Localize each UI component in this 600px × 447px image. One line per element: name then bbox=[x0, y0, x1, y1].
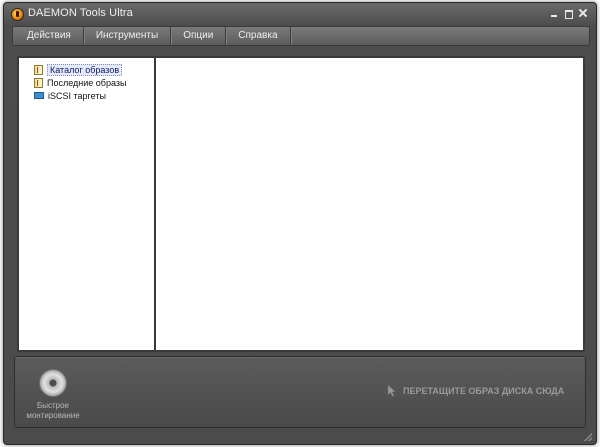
close-icon[interactable] bbox=[579, 9, 588, 18]
quick-mount-label-line1: Быстрое bbox=[36, 401, 69, 410]
window-controls bbox=[550, 9, 588, 19]
quick-mount-label-line2: монтирование bbox=[26, 411, 80, 420]
minimize-icon[interactable] bbox=[550, 9, 559, 18]
maximize-icon[interactable] bbox=[565, 10, 573, 19]
resize-grip-icon[interactable] bbox=[584, 433, 592, 441]
menu-tools[interactable]: Инструменты bbox=[84, 27, 172, 45]
disc-icon bbox=[39, 369, 67, 397]
mount-dock[interactable]: Быстрое монтирование ПЕРЕТАЩИТЕ ОБРАЗ ДИ… bbox=[14, 356, 586, 428]
network-icon bbox=[34, 91, 44, 100]
tree-item-label: Последние образы bbox=[47, 77, 127, 88]
content-area[interactable] bbox=[154, 56, 585, 352]
recent-images-icon bbox=[34, 77, 43, 88]
tree-item-image-catalog[interactable]: Каталог образов bbox=[34, 63, 123, 76]
quick-mount-button[interactable]: Быстрое монтирование bbox=[21, 369, 85, 421]
menu-options[interactable]: Опции bbox=[171, 27, 227, 45]
quick-mount-label: Быстрое монтирование bbox=[21, 401, 85, 421]
tree-item-label: Каталог образов bbox=[47, 63, 123, 76]
window-title: DAEMON Tools Ultra bbox=[28, 7, 133, 19]
daemon-tools-logo-icon bbox=[11, 8, 24, 21]
catalog-icon bbox=[34, 64, 43, 75]
menu-actions[interactable]: Действия bbox=[13, 27, 84, 45]
menu-help[interactable]: Справка bbox=[226, 27, 291, 45]
drop-hint-text: ПЕРЕТАЩИТЕ ОБРАЗ ДИСКА СЮДА bbox=[403, 386, 565, 396]
tree-item-recent-images[interactable]: Последние образы bbox=[34, 76, 126, 89]
tree-item-label: iSCSI таргеты bbox=[48, 90, 106, 101]
title-bar[interactable]: DAEMON Tools Ultra bbox=[4, 3, 596, 25]
menu-bar: Действия Инструменты Опции Справка bbox=[12, 26, 590, 46]
cursor-icon bbox=[387, 385, 397, 397]
drop-zone-hint: ПЕРЕТАЩИТЕ ОБРАЗ ДИСКА СЮДА bbox=[387, 385, 564, 397]
app-window: DAEMON Tools Ultra Действия Инструменты … bbox=[3, 2, 597, 445]
navigation-tree: Каталог образов Последние образы iSCSI т… bbox=[17, 56, 156, 352]
status-bar bbox=[4, 430, 596, 444]
tree-item-iscsi-targets[interactable]: iSCSI таргеты bbox=[34, 89, 106, 102]
